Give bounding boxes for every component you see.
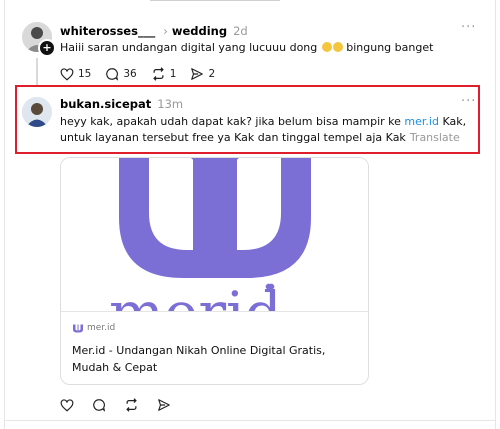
preview-image: merid xyxy=(61,158,368,311)
repost-button[interactable]: 1 xyxy=(151,67,177,81)
share-button[interactable] xyxy=(157,398,175,412)
like-count: 15 xyxy=(78,68,92,80)
bottom-divider xyxy=(5,420,495,421)
preview-domain-text: mer.id xyxy=(87,323,116,333)
translate-link[interactable]: Translate xyxy=(410,131,460,144)
post-actions: 15 36 1 2 xyxy=(60,67,229,81)
more-icon[interactable]: ··· xyxy=(461,20,476,35)
repost-count: 1 xyxy=(169,68,177,80)
post-topic[interactable]: wedding xyxy=(172,24,227,38)
heart-icon xyxy=(60,398,74,412)
follow-plus-icon[interactable]: + xyxy=(38,39,56,57)
top-divider xyxy=(150,0,280,1)
avatar[interactable] xyxy=(22,97,52,127)
post-text-tail: bingung banget xyxy=(346,41,434,54)
emoji-icon xyxy=(321,42,332,52)
reply-username[interactable]: bukan.sicepat xyxy=(60,97,151,111)
more-icon[interactable]: ··· xyxy=(461,94,476,109)
reply-time: 13m xyxy=(157,97,184,111)
reply-link[interactable]: mer.id xyxy=(404,115,439,128)
comment-button[interactable] xyxy=(92,398,110,412)
heart-icon xyxy=(60,67,74,81)
share-icon xyxy=(158,399,170,411)
merid-favicon-icon xyxy=(73,324,83,332)
like-button[interactable] xyxy=(60,398,78,412)
merid-logo-icon: merid xyxy=(61,158,368,311)
reply-text: heyy kak, apakah udah dapat kak? jika be… xyxy=(60,114,472,146)
comment-icon xyxy=(106,68,119,81)
repost-icon xyxy=(126,398,137,412)
comment-icon xyxy=(93,399,106,412)
comment-button[interactable]: 36 xyxy=(105,67,137,81)
repost-button[interactable] xyxy=(124,398,143,412)
post-username[interactable]: whiterosses___ xyxy=(60,24,155,38)
comment-count: 36 xyxy=(123,68,137,80)
post-time: 2d xyxy=(233,24,248,38)
svg-text:merid: merid xyxy=(109,279,282,311)
preview-title: Mer.id - Undangan Nikah Online Digital G… xyxy=(72,344,326,374)
emoji-icon xyxy=(332,42,343,52)
post-text-main: Haiii saran undangan digital yang lucuuu… xyxy=(60,41,318,54)
repost-icon xyxy=(152,67,164,81)
like-button[interactable]: 15 xyxy=(60,67,92,81)
post-header: whiterosses___ › wedding 2d xyxy=(60,24,248,38)
preview-body: mer.id Mer.id - Undangan Nikah Online Di… xyxy=(61,311,368,374)
share-button[interactable]: 2 xyxy=(190,67,215,81)
thread-line xyxy=(36,58,38,86)
reply-text-before: heyy kak, apakah udah dapat kak? jika be… xyxy=(60,115,405,128)
reply-actions xyxy=(60,398,189,412)
preview-domain: mer.id xyxy=(72,323,115,333)
post-text: Haiii saran undangan digital yang lucuuu… xyxy=(60,41,433,54)
reply-header: bukan.sicepat 13m xyxy=(60,97,183,111)
link-preview-card[interactable]: merid mer.id Mer.id - Undangan Nikah Onl… xyxy=(60,157,369,385)
share-count: 2 xyxy=(208,68,216,80)
share-icon xyxy=(191,68,204,80)
chevron-right-icon: › xyxy=(163,24,168,38)
